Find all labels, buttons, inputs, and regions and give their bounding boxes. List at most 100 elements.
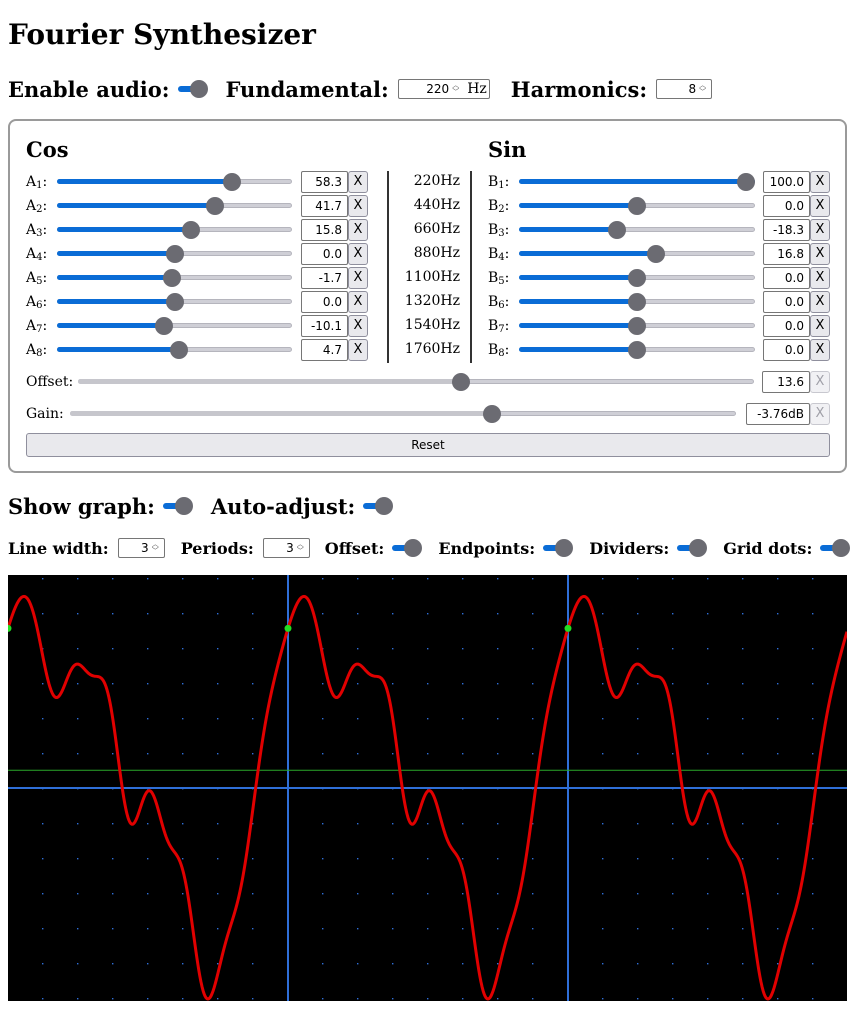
gain-value[interactable]: -3.76dB xyxy=(746,403,810,425)
line-width-spinner-icon[interactable]: ︿ ﹀ xyxy=(152,541,162,555)
sin-slider-thumb[interactable] xyxy=(608,221,627,239)
cos-slider-thumb[interactable] xyxy=(205,197,224,215)
sin-slider-thumb[interactable] xyxy=(628,197,646,215)
offset-slider-thumb[interactable] xyxy=(451,373,470,391)
cos-slider[interactable] xyxy=(57,339,292,361)
cos-slider-thumb[interactable] xyxy=(181,221,200,239)
sin-clear-button[interactable]: X xyxy=(810,195,830,217)
cos-value[interactable]: 15.8 xyxy=(301,219,348,241)
grid-dot xyxy=(322,858,324,860)
cos-slider-thumb[interactable] xyxy=(154,317,173,335)
cos-slider-thumb[interactable] xyxy=(223,173,241,191)
show-graph-toggle[interactable] xyxy=(161,497,193,515)
sin-value[interactable]: -18.3 xyxy=(763,219,810,241)
sin-value[interactable]: 0.0 xyxy=(763,339,810,361)
harmonics-input[interactable]: 8 ︿ ﹀ xyxy=(656,79,713,99)
sin-slider[interactable] xyxy=(519,243,755,265)
cos-row-6: A6: 0.0 X xyxy=(26,291,386,313)
cos-clear-button[interactable]: X xyxy=(348,339,368,361)
grid-dot xyxy=(602,718,604,720)
grid-dot xyxy=(42,613,44,615)
cos-slider[interactable] xyxy=(57,267,292,289)
sin-slider[interactable] xyxy=(519,315,755,337)
sin-clear-button[interactable]: X xyxy=(810,291,830,313)
sin-clear-button[interactable]: X xyxy=(810,219,830,241)
offset-slider[interactable] xyxy=(78,371,754,393)
grid-dots-toggle[interactable] xyxy=(818,539,851,557)
cos-slider[interactable] xyxy=(57,243,292,265)
sin-value[interactable]: 0.0 xyxy=(763,291,810,313)
cos-slider-thumb[interactable] xyxy=(165,293,184,311)
sin-clear-button[interactable]: X xyxy=(810,315,830,337)
cos-slider-thumb[interactable] xyxy=(165,245,184,263)
grid-dot xyxy=(42,963,44,965)
cos-slider[interactable] xyxy=(57,315,292,337)
sin-value[interactable]: 0.0 xyxy=(763,195,810,217)
graph-offset-toggle[interactable] xyxy=(390,539,423,557)
sin-value[interactable]: 0.0 xyxy=(763,267,810,289)
sin-slider-thumb[interactable] xyxy=(628,317,646,335)
fundamental-spinner-icon[interactable]: ︿ ﹀ xyxy=(452,82,462,96)
cos-slider[interactable] xyxy=(57,219,292,241)
sin-slider-thumb[interactable] xyxy=(646,245,665,263)
grid-dot xyxy=(497,613,499,615)
cos-value[interactable]: 0.0 xyxy=(301,243,348,265)
cos-slider[interactable] xyxy=(57,171,292,193)
grid-dot xyxy=(77,718,79,720)
offset-value[interactable]: 13.6 xyxy=(762,371,810,393)
cos-clear-button[interactable]: X xyxy=(348,171,368,193)
auto-adjust-toggle[interactable] xyxy=(361,497,394,515)
line-width-input[interactable]: 3 ︿ ﹀ xyxy=(117,538,165,558)
enable-audio-toggle[interactable] xyxy=(176,80,208,98)
sin-slider[interactable] xyxy=(519,171,755,193)
cos-clear-button[interactable]: X xyxy=(348,195,368,217)
fundamental-input[interactable]: 220 ︿ ﹀ Hz xyxy=(397,79,490,99)
sin-value[interactable]: 0.0 xyxy=(763,315,810,337)
grid-dot xyxy=(602,753,604,755)
cos-clear-button[interactable]: X xyxy=(348,291,368,313)
cos-clear-button[interactable]: X xyxy=(348,219,368,241)
cos-value[interactable]: 0.0 xyxy=(301,291,348,313)
cos-slider-thumb[interactable] xyxy=(169,341,188,359)
periods-spinner-icon[interactable]: ︿ ﹀ xyxy=(297,541,307,555)
cos-slider-thumb[interactable] xyxy=(163,269,182,287)
sin-value[interactable]: 16.8 xyxy=(763,243,810,265)
sin-clear-button[interactable]: X xyxy=(810,267,830,289)
offset-clear-button[interactable]: X xyxy=(810,371,830,393)
sin-value[interactable]: 100.0 xyxy=(763,171,810,193)
sin-slider-thumb[interactable] xyxy=(628,341,646,359)
sin-slider-thumb[interactable] xyxy=(628,293,646,311)
sin-slider-thumb[interactable] xyxy=(628,269,646,287)
gain-slider[interactable] xyxy=(70,403,736,425)
harmonics-spinner-icon[interactable]: ︿ ﹀ xyxy=(699,82,709,96)
gain-slider-thumb[interactable] xyxy=(482,405,501,423)
reset-button[interactable]: Reset xyxy=(26,433,830,457)
cos-slider[interactable] xyxy=(57,195,292,217)
sin-slider[interactable] xyxy=(519,195,755,217)
grid-dot xyxy=(112,578,114,580)
cos-value[interactable]: 41.7 xyxy=(301,195,348,217)
sin-slider[interactable] xyxy=(519,291,755,313)
cos-slider[interactable] xyxy=(57,291,292,313)
cos-value[interactable]: 58.3 xyxy=(301,171,348,193)
cos-value[interactable]: 4.7 xyxy=(301,339,348,361)
cos-label: A5: xyxy=(26,270,48,287)
grid-dot xyxy=(357,893,359,895)
cos-clear-button[interactable]: X xyxy=(348,315,368,337)
gain-clear-button[interactable]: X xyxy=(810,403,830,425)
sin-slider[interactable] xyxy=(519,267,755,289)
periods-input[interactable]: 3 ︿ ﹀ xyxy=(262,538,310,558)
endpoints-toggle[interactable] xyxy=(541,539,574,557)
cos-value[interactable]: -10.1 xyxy=(301,315,348,337)
sin-clear-button[interactable]: X xyxy=(810,339,830,361)
cos-value[interactable]: -1.7 xyxy=(301,267,348,289)
cos-clear-button[interactable]: X xyxy=(348,267,368,289)
sin-slider[interactable] xyxy=(519,219,755,241)
cos-clear-button[interactable]: X xyxy=(348,243,368,265)
dividers-toggle[interactable] xyxy=(675,539,708,557)
grid-dot xyxy=(462,998,464,1000)
sin-clear-button[interactable]: X xyxy=(810,243,830,265)
sin-slider-thumb[interactable] xyxy=(737,173,755,191)
sin-clear-button[interactable]: X xyxy=(810,171,830,193)
sin-slider[interactable] xyxy=(519,339,755,361)
